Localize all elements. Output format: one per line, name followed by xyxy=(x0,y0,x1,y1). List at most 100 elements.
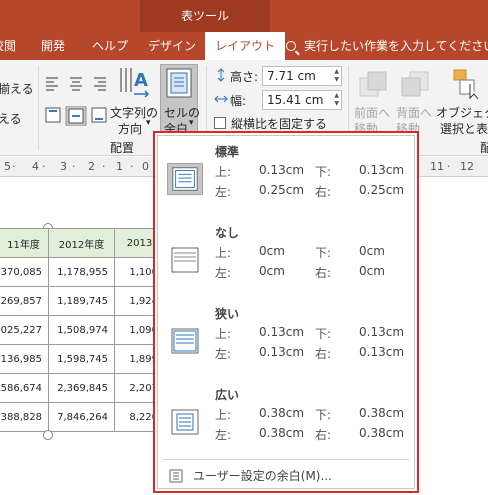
table-row: 025,227 1,508,974 1,090 xyxy=(0,315,165,345)
selection-pane-icon xyxy=(453,69,479,100)
option-title: なし xyxy=(215,226,240,240)
left-value: 0.13cm xyxy=(259,345,305,359)
selection-pane-label-1[interactable]: オブジェクト xyxy=(436,104,488,121)
table-header-row: 11年度 2012年度 2013 xyxy=(0,228,165,258)
custom-margins-label: ユーザー設定の余白(M)... xyxy=(193,469,332,483)
group-label-alignment: 配置 xyxy=(110,141,135,155)
cell-margins-dropdown: 標準 上: 0.13cm 下: 0.13cm 左: 0.25cm 右: 0.25… xyxy=(153,131,419,493)
height-input[interactable]: 7.71 cm ▲ ▼ xyxy=(262,66,342,86)
top-label: 上: xyxy=(215,327,232,341)
table-header-cell[interactable]: 2012年度 xyxy=(48,228,115,258)
bottom-value: 0.13cm xyxy=(359,163,405,177)
margin-option-wide[interactable]: 広い 上: 0.38cm 下: 0.38cm 左: 0.38cm 右: 0.38… xyxy=(163,386,409,458)
table-cell[interactable]: 388,828 xyxy=(0,402,49,432)
left-value: 0cm xyxy=(259,264,285,278)
right-label: 右: xyxy=(315,185,332,199)
text-direction-label-2[interactable]: 方向 xyxy=(118,120,142,137)
ruler-label: 11 xyxy=(430,160,444,173)
table-row: 136,985 1,598,745 1,899 xyxy=(0,344,165,374)
context-tab-table-tools: 表ツール xyxy=(140,0,270,32)
tell-me-placeholder: 実行したい作業を入力してください xyxy=(304,39,488,53)
table-cell[interactable]: 2,369,845 xyxy=(48,373,115,403)
data-table[interactable]: 11年度 2012年度 2013 370,085 1,178,955 1,100… xyxy=(0,228,165,432)
bottom-value: 0.13cm xyxy=(359,325,405,339)
send-backward-icon xyxy=(401,71,429,97)
tab-review[interactable]: 校閲 xyxy=(0,32,16,60)
width-input[interactable]: 15.41 cm ▲ ▼ xyxy=(262,90,342,110)
tab-design[interactable]: デザイン xyxy=(148,32,196,60)
height-label: 高さ: xyxy=(230,70,259,84)
group-separator xyxy=(38,66,39,150)
tell-me-search[interactable]: 実行したい作業を入力してください xyxy=(286,32,488,60)
tab-help[interactable]: ヘルプ xyxy=(92,32,128,60)
ruler-label: 2 xyxy=(88,160,95,173)
text-direction-icon[interactable]: A xyxy=(118,66,150,100)
spin-arrows-icon[interactable]: ▲ ▼ xyxy=(334,92,339,108)
right-label: 右: xyxy=(315,428,332,442)
table-cell[interactable]: 1,508,974 xyxy=(48,315,115,345)
right-value: 0.13cm xyxy=(359,345,405,359)
bottom-value: 0.38cm xyxy=(359,406,405,420)
table-cell[interactable]: 136,985 xyxy=(0,344,49,374)
tab-layout[interactable]: レイアウト xyxy=(205,32,286,60)
distribute-cols-label[interactable]: える xyxy=(0,110,22,127)
table-cell[interactable]: 370,085 xyxy=(0,257,49,287)
table-header-cell[interactable]: 11年度 xyxy=(0,228,49,258)
table-cell[interactable]: 1,178,955 xyxy=(48,257,115,287)
margin-option-narrow[interactable]: 狭い 上: 0.13cm 下: 0.13cm 左: 0.13cm 右: 0.13… xyxy=(163,305,409,377)
resize-handle[interactable] xyxy=(43,430,53,440)
right-label: 右: xyxy=(315,266,332,280)
option-title: 狭い xyxy=(215,307,240,321)
chevron-down-icon: ▾ xyxy=(189,118,194,128)
table-cell[interactable]: 1,598,745 xyxy=(48,344,115,374)
ruler-label: 3 xyxy=(60,160,67,173)
margin-normal-icon xyxy=(167,163,203,195)
bring-forward-label-1[interactable]: 前面へ xyxy=(354,104,390,121)
lock-aspect-label[interactable]: 縦横比を固定する xyxy=(231,115,327,132)
bottom-label: 下: xyxy=(315,165,332,179)
top-label: 上: xyxy=(215,408,232,422)
left-label: 左: xyxy=(215,185,232,199)
cell-margins-icon xyxy=(166,68,192,98)
table-cell[interactable]: 025,227 xyxy=(0,315,49,345)
top-label: 上: xyxy=(215,246,232,260)
bottom-label: 下: xyxy=(315,408,332,422)
top-value: 0.13cm xyxy=(259,325,305,339)
height-icon xyxy=(217,68,225,82)
horizontal-align-icons[interactable] xyxy=(46,76,110,92)
table-row: 269,857 1,189,745 1,924 xyxy=(0,286,165,316)
selection-pane-label-2[interactable]: 選択と表 xyxy=(440,120,488,137)
ruler-label: 0 xyxy=(142,160,149,173)
right-value: 0cm xyxy=(359,264,385,278)
table-cell[interactable]: 269,857 xyxy=(0,286,49,316)
table-row: 388,828 7,846,264 8,220 xyxy=(0,402,165,432)
cell-margins-label-1: セルの xyxy=(164,106,201,120)
ruler-tick: · xyxy=(72,160,76,173)
lock-aspect-checkbox[interactable] xyxy=(214,117,226,129)
table-cell[interactable]: 1,189,745 xyxy=(48,286,115,316)
bottom-label: 下: xyxy=(315,327,332,341)
margin-option-none[interactable]: なし 上: 0cm 下: 0cm 左: 0cm 右: 0cm xyxy=(163,224,409,296)
table-row: 586,674 2,369,845 2,207 xyxy=(0,373,165,403)
tab-developer[interactable]: 開発 xyxy=(41,32,65,60)
ruler-label: 4 xyxy=(32,160,39,173)
distribute-rows-label[interactable]: 揃える xyxy=(0,80,34,97)
spin-arrows-icon[interactable]: ▲ ▼ xyxy=(334,68,339,84)
table-cell[interactable]: 586,674 xyxy=(0,373,49,403)
width-icon xyxy=(214,95,228,103)
right-value: 0.25cm xyxy=(359,183,405,197)
ruler-label: 12 xyxy=(460,160,474,173)
send-backward-label-1[interactable]: 背面へ xyxy=(396,104,432,121)
ruler-tick: · xyxy=(12,160,16,173)
table-cell[interactable]: 7,846,264 xyxy=(48,402,115,432)
margin-none-icon xyxy=(171,247,199,273)
option-title: 広い xyxy=(215,388,240,402)
left-label: 左: xyxy=(215,266,232,280)
left-label: 左: xyxy=(215,428,232,442)
margin-narrow-icon xyxy=(171,328,199,354)
vertical-align-icons[interactable] xyxy=(44,106,110,126)
bring-forward-icon xyxy=(359,71,387,97)
margin-option-normal[interactable]: 標準 上: 0.13cm 下: 0.13cm 左: 0.25cm 右: 0.25… xyxy=(163,143,409,215)
custom-margins-menu-item[interactable]: ユーザー設定の余白(M)... xyxy=(163,467,409,485)
left-value: 0.38cm xyxy=(259,426,305,440)
